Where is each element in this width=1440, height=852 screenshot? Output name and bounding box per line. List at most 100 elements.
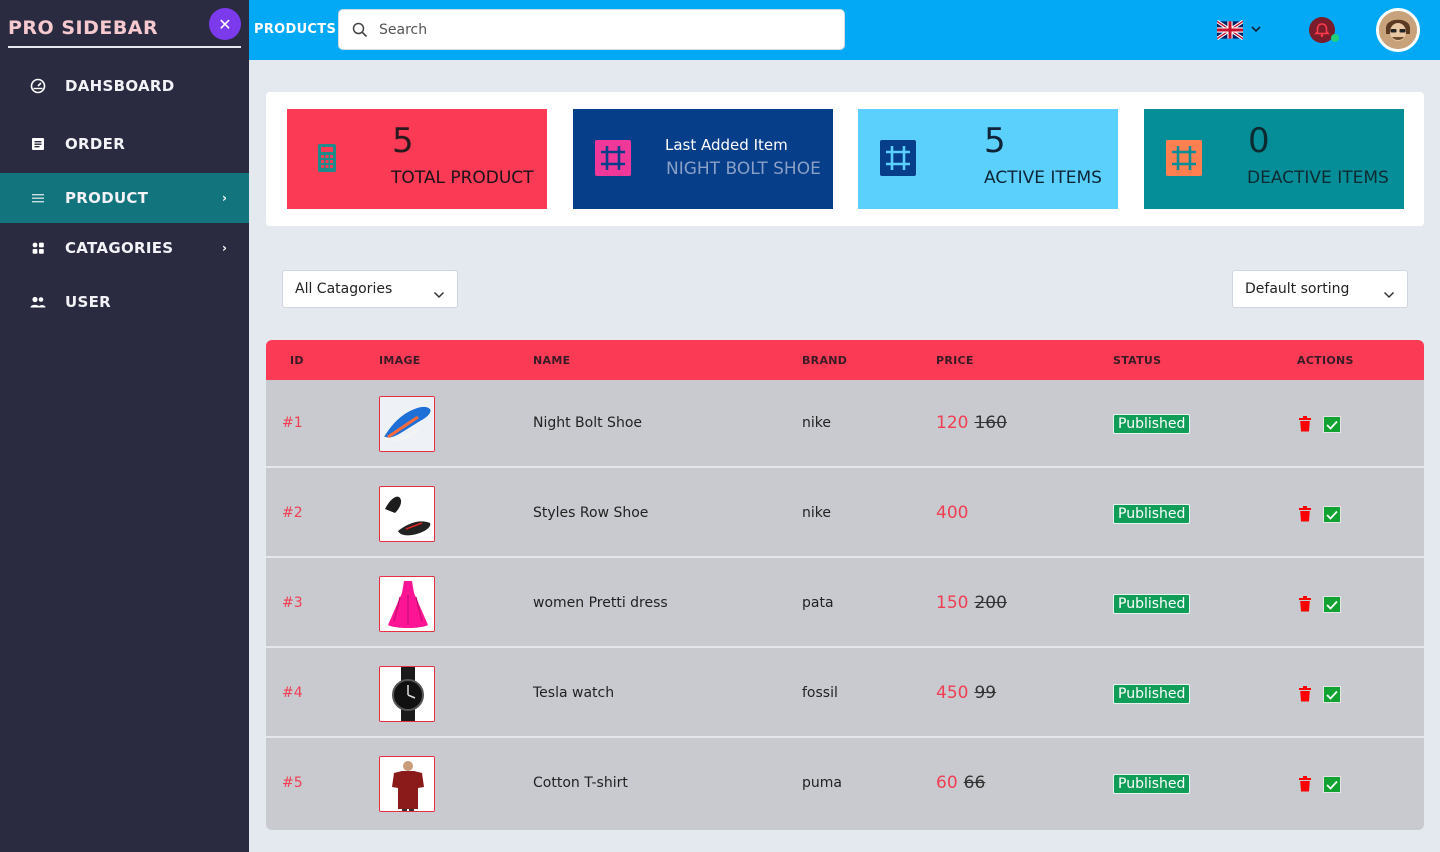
table-row[interactable]: #4 Tesla watch fossil 450 99 Published xyxy=(266,650,1424,738)
trash-icon[interactable] xyxy=(1299,596,1311,612)
tshirt-red-image[interactable] xyxy=(379,756,435,812)
column-header-name[interactable]: NAME xyxy=(533,354,570,367)
search-input[interactable] xyxy=(379,10,829,49)
uk-flag-icon[interactable] xyxy=(1216,18,1244,42)
price-current: 60 xyxy=(936,773,958,793)
close-sidebar-button[interactable]: ✕ xyxy=(209,8,241,40)
sidebar-item-label: ORDER xyxy=(65,135,126,153)
sidebar-item-product[interactable]: PRODUCT › xyxy=(0,173,249,223)
stat-label: ACTIVE ITEMS xyxy=(984,168,1102,188)
hash-icon xyxy=(880,140,916,176)
table-row[interactable]: #3 women Pretti dress pata 150 200 Publis… xyxy=(266,560,1424,648)
table-row[interactable]: #1 Night Bolt Shoe nike 120 160 Published xyxy=(266,380,1424,468)
stats-panel: 5 TOTAL PRODUCT Last Added Item NIGHT BO… xyxy=(266,92,1424,226)
row-price: 150 200 xyxy=(936,593,1007,613)
sidebar-item-label: DAHSBOARD xyxy=(65,77,175,95)
avatar[interactable] xyxy=(1376,8,1420,52)
table-row[interactable]: #5 Cotton T-shirt puma 60 66 Published xyxy=(266,740,1424,828)
category-select-value: All Catagories xyxy=(295,281,393,297)
calculator-icon xyxy=(309,140,345,176)
stat-heading: Last Added Item xyxy=(665,136,788,154)
trash-icon[interactable] xyxy=(1299,686,1311,702)
check-icon[interactable] xyxy=(1323,506,1341,523)
check-icon[interactable] xyxy=(1323,686,1341,703)
column-header-price[interactable]: PRICE xyxy=(936,354,974,367)
column-header-id[interactable]: ID xyxy=(290,354,304,367)
shoe-blue-image[interactable] xyxy=(379,396,435,452)
stat-label: NIGHT BOLT SHOE xyxy=(666,159,821,179)
row-price: 400 xyxy=(936,503,968,523)
watch-black-image[interactable] xyxy=(379,666,435,722)
sidebar-item-order[interactable]: ORDER xyxy=(0,119,249,169)
sidebar-item-label: PRODUCT xyxy=(65,189,149,207)
trash-icon[interactable] xyxy=(1299,506,1311,522)
stat-card-last-added: Last Added Item NIGHT BOLT SHOE xyxy=(573,109,833,209)
trash-icon[interactable] xyxy=(1299,416,1311,432)
chevron-down-icon xyxy=(1383,285,1395,304)
dress-pink-image[interactable] xyxy=(379,576,435,632)
price-current: 120 xyxy=(936,413,969,433)
stat-card-deactive-items: 0 DEACTIVE ITEMS xyxy=(1144,109,1404,209)
status-badge: Published xyxy=(1113,414,1191,434)
shoe-black-image[interactable] xyxy=(379,486,435,542)
close-icon: ✕ xyxy=(218,14,232,34)
trash-icon[interactable] xyxy=(1299,776,1311,792)
sidebar-item-dashboard[interactable]: DAHSBOARD xyxy=(0,61,249,111)
row-id: #4 xyxy=(282,685,303,701)
products-table: ID IMAGE NAME BRAND PRICE STATUS ACTIONS… xyxy=(266,340,1424,830)
price-old: 66 xyxy=(963,773,986,793)
sidebar-item-label: CATAGORIES xyxy=(65,239,174,257)
stat-label: TOTAL PRODUCT xyxy=(391,168,534,188)
check-icon[interactable] xyxy=(1323,776,1341,793)
row-id: #1 xyxy=(282,415,303,431)
stat-label: DEACTIVE ITEMS xyxy=(1247,168,1389,188)
row-name: Cotton T-shirt xyxy=(533,775,628,791)
status-badge: Published xyxy=(1113,774,1191,794)
menu-icon xyxy=(30,190,46,206)
price-old: 160 xyxy=(974,413,1007,433)
dashboard-icon xyxy=(30,78,46,94)
price-old: 200 xyxy=(974,593,1007,613)
chevron-down-icon xyxy=(433,285,445,304)
sidebar-item-label: USER xyxy=(65,293,111,311)
sidebar: PRO SIDEBAR ✕ DAHSBOARD ORDER PRODUCT › … xyxy=(0,0,249,852)
stat-value: 0 xyxy=(1248,121,1270,161)
column-header-actions[interactable]: ACTIONS xyxy=(1297,354,1354,367)
check-icon[interactable] xyxy=(1323,596,1341,613)
row-brand: nike xyxy=(802,505,831,521)
row-brand: pata xyxy=(802,595,834,611)
search-box[interactable] xyxy=(338,9,845,50)
chevron-down-icon[interactable] xyxy=(1250,20,1262,39)
check-icon[interactable] xyxy=(1323,416,1341,433)
sort-select-value: Default sorting xyxy=(1245,281,1350,297)
sidebar-item-user[interactable]: USER xyxy=(0,277,249,327)
table-row[interactable]: #2 Styles Row Shoe nike 400 Published xyxy=(266,470,1424,558)
page-title: PRODUCTS xyxy=(254,22,337,37)
price-old: 99 xyxy=(974,683,997,703)
notification-dot xyxy=(1331,34,1339,42)
sidebar-item-catagories[interactable]: CATAGORIES › xyxy=(0,223,249,273)
column-header-image[interactable]: IMAGE xyxy=(379,354,421,367)
order-icon xyxy=(30,136,46,152)
price-current: 450 xyxy=(936,683,969,703)
row-price: 450 99 xyxy=(936,683,996,703)
row-brand: nike xyxy=(802,415,831,431)
row-brand: puma xyxy=(802,775,842,791)
stat-card-total-product: 5 TOTAL PRODUCT xyxy=(287,109,547,209)
stat-card-active-items: 5 ACTIVE ITEMS xyxy=(858,109,1118,209)
column-header-status[interactable]: STATUS xyxy=(1113,354,1161,367)
chevron-right-icon: › xyxy=(222,191,227,205)
top-bar: PRODUCTS xyxy=(249,0,1440,60)
row-price: 60 66 xyxy=(936,773,985,793)
category-select[interactable]: All Catagories xyxy=(282,270,458,308)
hash-icon xyxy=(595,140,631,176)
row-id: #3 xyxy=(282,595,303,611)
brand: PRO SIDEBAR xyxy=(8,14,241,48)
table-header: ID IMAGE NAME BRAND PRICE STATUS ACTIONS xyxy=(266,340,1424,380)
price-current: 400 xyxy=(936,503,969,523)
column-header-brand[interactable]: BRAND xyxy=(802,354,847,367)
row-brand: fossil xyxy=(802,685,838,701)
row-id: #2 xyxy=(282,505,303,521)
chevron-right-icon: › xyxy=(222,241,227,255)
sort-select[interactable]: Default sorting xyxy=(1232,270,1408,308)
